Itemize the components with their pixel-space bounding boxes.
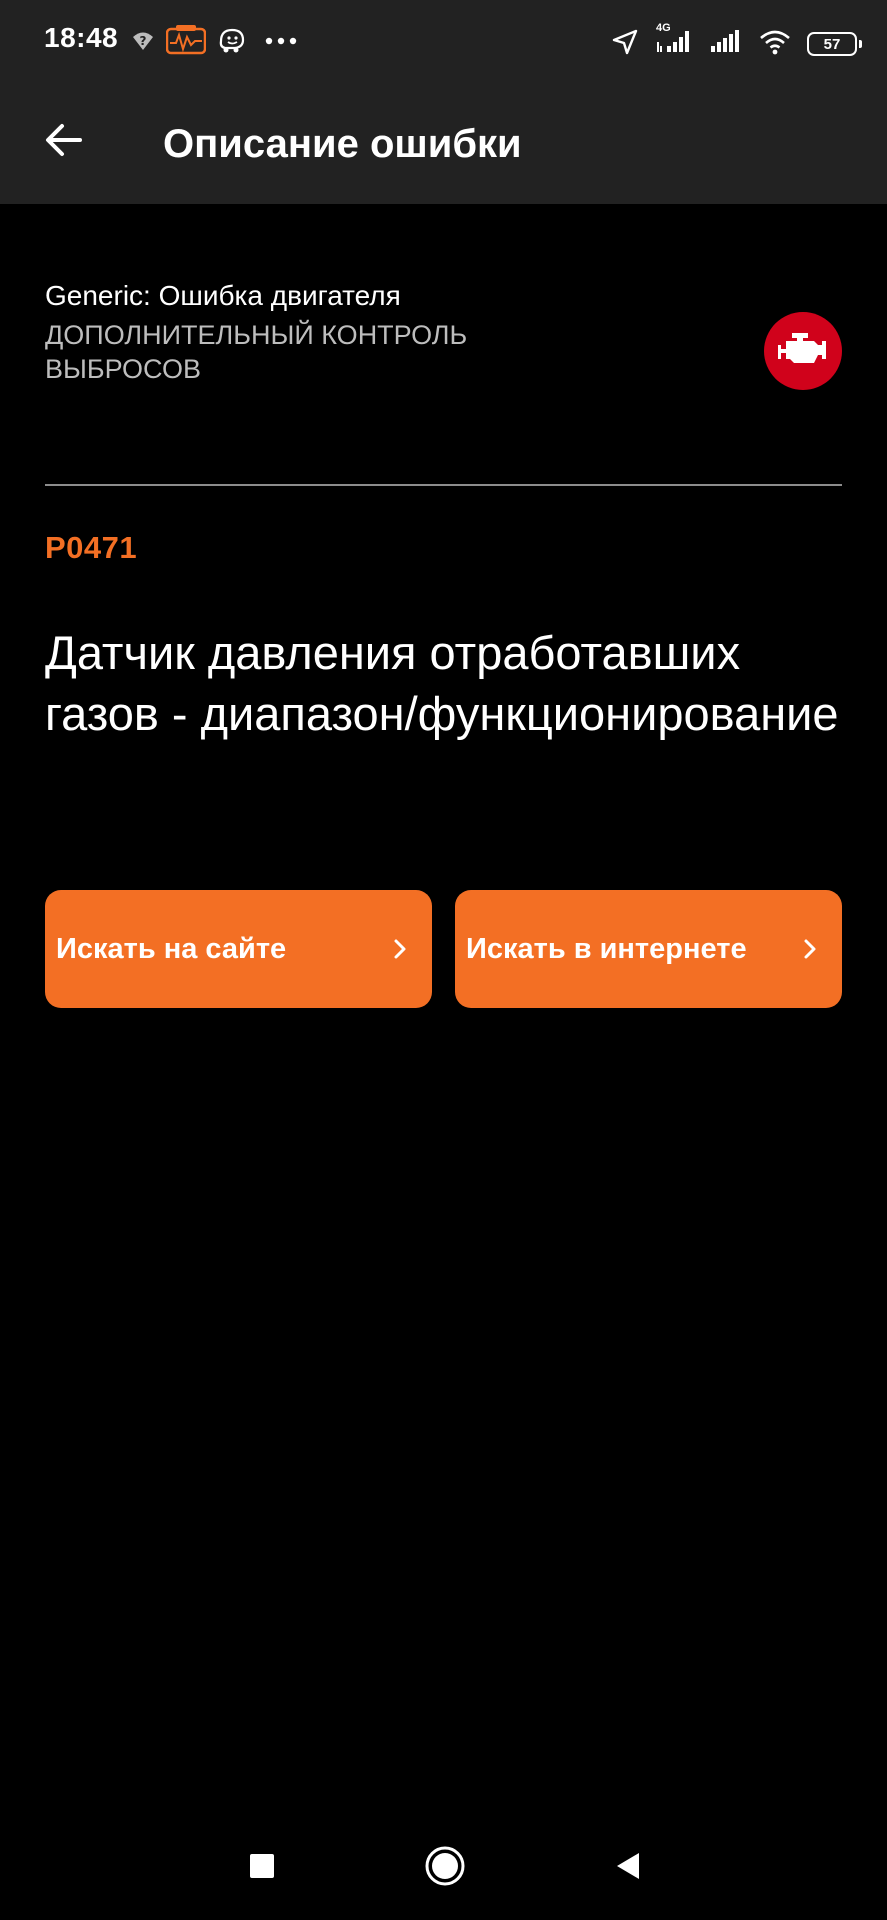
page-title: Описание ошибки <box>163 122 522 166</box>
error-category: Generic: Ошибка двигателя <box>45 280 401 311</box>
recents-square-icon <box>248 1852 276 1885</box>
battery-level: 57 <box>823 35 841 53</box>
chevron-right-icon <box>390 935 410 963</box>
status-right-icons: 4G 57 <box>611 22 862 64</box>
status-left-icons: ? <box>130 22 298 62</box>
chevron-right-icon <box>800 935 820 963</box>
back-nav-button[interactable] <box>598 1838 658 1898</box>
back-button[interactable] <box>36 114 92 170</box>
error-description: Датчик давления отработавших газов - диа… <box>45 626 839 740</box>
search-site-button[interactable]: Искать на сайте <box>45 890 432 1008</box>
search-site-label: Искать на сайте <box>56 932 287 965</box>
app-bar: Описание ошибки <box>0 84 887 204</box>
battery-icon: 57 <box>807 32 862 56</box>
arrow-left-icon <box>44 122 84 163</box>
check-engine-icon <box>776 331 830 372</box>
search-web-label: Искать в интернете <box>466 932 747 965</box>
home-circle-icon <box>423 1844 467 1893</box>
back-triangle-icon <box>613 1850 643 1887</box>
signal-icon <box>709 28 743 61</box>
check-engine-badge <box>764 312 842 390</box>
home-button[interactable] <box>415 1838 475 1898</box>
search-web-button[interactable]: Искать в интернете <box>455 890 842 1008</box>
error-detail-content: Generic: Ошибка двигателя ДОПОЛНИТЕЛЬНЫЙ… <box>45 204 842 1008</box>
signal-4g-icon: 4G <box>655 22 693 61</box>
status-time: 18:48 <box>44 22 119 53</box>
unknown-wifi-icon: ? <box>130 27 156 58</box>
svg-text:?: ? <box>140 34 147 48</box>
more-dots-icon <box>264 33 298 51</box>
car-diagnostic-app-icon <box>165 24 207 60</box>
action-buttons: Искать на сайте Искать в интернете <box>45 890 842 1008</box>
waze-icon <box>216 26 246 59</box>
recents-button[interactable] <box>232 1838 292 1898</box>
error-header: Generic: Ошибка двигателя ДОПОЛНИТЕЛЬНЫЙ… <box>45 204 842 486</box>
system-nav-bar <box>0 1816 887 1920</box>
divider <box>45 484 842 486</box>
wifi-icon <box>759 28 791 61</box>
error-subcategory: ДОПОЛНИТЕЛЬНЫЙ КОНТРОЛЬ ВЫБРОСОВ <box>45 320 468 384</box>
status-bar: 18:48 ? 4G 57 <box>0 0 887 84</box>
location-arrow-icon <box>611 28 639 61</box>
error-code: P0471 <box>45 530 138 565</box>
network-label: 4G <box>656 21 671 34</box>
